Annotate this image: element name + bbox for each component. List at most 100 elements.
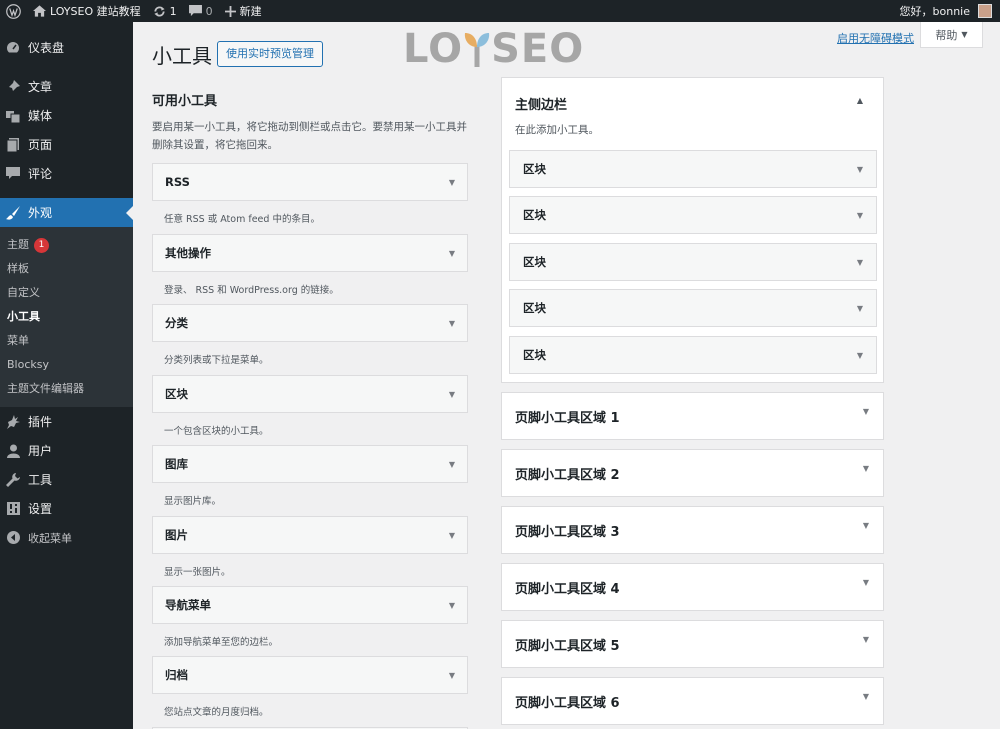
footer-widget-area-4[interactable]: 页脚小工具区域 4 ▼ bbox=[501, 563, 884, 611]
caret-down-icon[interactable]: ▼ bbox=[857, 351, 863, 360]
caret-down-icon[interactable]: ▼ bbox=[863, 578, 869, 587]
widget-archives[interactable]: 归档 ▼ bbox=[152, 656, 468, 694]
footer-area-title: 页脚小工具区域 5 bbox=[515, 638, 620, 654]
comments-link[interactable]: 0 bbox=[183, 0, 219, 22]
caret-down-icon[interactable]: ▼ bbox=[857, 165, 863, 174]
caret-down-icon[interactable]: ▼ bbox=[449, 601, 455, 610]
widget-description: 添加导航菜单至您的边栏。 bbox=[164, 637, 279, 648]
pin-icon bbox=[6, 79, 20, 94]
available-widgets-description: 要启用某一小工具，将它拖动到侧栏或点击它。要禁用某一小工具并删除其设置，将它拖回… bbox=[152, 121, 467, 151]
submenu-label-widgets: 小工具 bbox=[7, 310, 40, 323]
caret-down-icon[interactable]: ▼ bbox=[449, 178, 455, 187]
caret-down-icon[interactable]: ▼ bbox=[863, 464, 869, 473]
widget-description: 一个包含区块的小工具。 bbox=[164, 426, 269, 437]
menu-item-posts[interactable]: 文章 bbox=[0, 72, 133, 101]
accessibility-mode-link[interactable]: 启用无障碍模式 bbox=[837, 30, 914, 46]
widget-nav-menu[interactable]: 导航菜单 ▼ bbox=[152, 586, 468, 624]
new-label: 新建 bbox=[239, 5, 262, 18]
sidebar-block-widget[interactable]: 区块 ▼ bbox=[509, 336, 877, 374]
caret-down-icon[interactable]: ▼ bbox=[863, 692, 869, 701]
footer-area-title: 页脚小工具区域 1 bbox=[515, 410, 620, 426]
widget-block[interactable]: 区块 ▼ bbox=[152, 375, 468, 413]
submenu-label-patterns: 样板 bbox=[7, 262, 29, 275]
caret-down-icon[interactable]: ▼ bbox=[857, 258, 863, 267]
collapse-menu-button[interactable]: 收起菜单 bbox=[0, 523, 133, 552]
caret-down-icon[interactable]: ▼ bbox=[449, 319, 455, 328]
caret-down-icon[interactable]: ▼ bbox=[449, 390, 455, 399]
submenu-item-widgets[interactable]: 小工具 bbox=[0, 305, 133, 329]
submenu-label-theme-editor: 主题文件编辑器 bbox=[7, 382, 84, 395]
sidebar-block-widget[interactable]: 区块 ▼ bbox=[509, 196, 877, 234]
account-menu[interactable]: 您好，bonnie bbox=[894, 0, 1000, 22]
widget-rss[interactable]: RSS ▼ bbox=[152, 163, 468, 201]
menu-item-dashboard[interactable]: 仪表盘 bbox=[0, 33, 133, 62]
caret-down-icon[interactable]: ▼ bbox=[449, 249, 455, 258]
submenu-item-customize[interactable]: 自定义 bbox=[0, 281, 133, 305]
menu-label-users: 用户 bbox=[28, 444, 53, 458]
submenu-item-menus[interactable]: 菜单 bbox=[0, 329, 133, 353]
help-tab-button[interactable]: 帮助 ▼ bbox=[920, 22, 983, 48]
logo-text-right: SEO bbox=[491, 26, 585, 72]
widget-title: 区块 bbox=[523, 162, 546, 176]
caret-down-icon[interactable]: ▼ bbox=[863, 407, 869, 416]
menu-item-media[interactable]: 媒体 bbox=[0, 101, 133, 130]
widget-title: 图片 bbox=[165, 528, 188, 542]
menu-item-comments[interactable]: 评论 bbox=[0, 159, 133, 188]
updates-link[interactable]: 1 bbox=[147, 0, 183, 22]
plugin-icon bbox=[6, 414, 20, 429]
widget-meta[interactable]: 其他操作 ▼ bbox=[152, 234, 468, 272]
menu-label-appearance: 外观 bbox=[28, 206, 53, 220]
menu-label-collapse: 收起菜单 bbox=[28, 531, 72, 545]
footer-widget-area-2[interactable]: 页脚小工具区域 2 ▼ bbox=[501, 449, 884, 497]
menu-label-comments: 评论 bbox=[28, 167, 53, 181]
menu-item-pages[interactable]: 页面 bbox=[0, 130, 133, 159]
paintbrush-icon bbox=[6, 205, 20, 220]
new-content-link[interactable]: 新建 bbox=[219, 0, 268, 22]
widget-title: 区块 bbox=[165, 387, 188, 401]
caret-down-icon[interactable]: ▼ bbox=[449, 531, 455, 540]
comment-icon bbox=[188, 5, 202, 17]
live-preview-button[interactable]: 使用实时预览管理 bbox=[217, 41, 323, 67]
site-name-link[interactable]: LOYSEO 建站教程 bbox=[27, 0, 147, 22]
footer-widget-area-3[interactable]: 页脚小工具区域 3 ▼ bbox=[501, 506, 884, 554]
widget-categories[interactable]: 分类 ▼ bbox=[152, 304, 468, 342]
footer-widget-area-6[interactable]: 页脚小工具区域 6 ▼ bbox=[501, 677, 884, 725]
wordpress-logo-icon[interactable] bbox=[0, 0, 27, 22]
widget-title: 区块 bbox=[523, 208, 546, 222]
footer-widget-area-1[interactable]: 页脚小工具区域 1 ▼ bbox=[501, 392, 884, 440]
widget-description: 显示一张图片。 bbox=[164, 567, 231, 578]
submenu-label-menus: 菜单 bbox=[7, 334, 29, 347]
menu-item-tools[interactable]: 工具 bbox=[0, 465, 133, 494]
menu-label-settings: 设置 bbox=[28, 502, 53, 516]
site-name: LOYSEO 建站教程 bbox=[50, 5, 141, 18]
caret-down-icon[interactable]: ▼ bbox=[863, 635, 869, 644]
settings-icon bbox=[6, 502, 20, 516]
greeting: 您好，bonnie bbox=[899, 5, 970, 18]
submenu-item-theme-editor[interactable]: 主题文件编辑器 bbox=[0, 377, 133, 401]
sidebar-block-widget[interactable]: 区块 ▼ bbox=[509, 243, 877, 281]
caret-down-icon[interactable]: ▼ bbox=[857, 211, 863, 220]
caret-down-icon[interactable]: ▼ bbox=[863, 521, 869, 530]
menu-item-users[interactable]: 用户 bbox=[0, 436, 133, 465]
caret-down-icon[interactable]: ▼ bbox=[449, 671, 455, 680]
footer-area-title: 页脚小工具区域 6 bbox=[515, 695, 620, 711]
menu-item-settings[interactable]: 设置 bbox=[0, 494, 133, 523]
menu-label-media: 媒体 bbox=[28, 109, 53, 123]
appearance-submenu: 主题 1 样板 自定义 小工具 菜单 Blocksy 主题文件编辑器 bbox=[0, 227, 133, 407]
caret-up-icon[interactable]: ▲ bbox=[857, 96, 863, 105]
logo-text-left: LO bbox=[403, 26, 464, 72]
sidebar-block-widget[interactable]: 区块 ▼ bbox=[509, 150, 877, 188]
main-sidebar-area[interactable]: 主侧边栏 ▲ 在此添加小工具。 区块 ▼ 区块 ▼ 区块 ▼ 区块 ▼ 区块 ▼ bbox=[501, 77, 884, 383]
caret-down-icon[interactable]: ▼ bbox=[857, 304, 863, 313]
menu-item-appearance[interactable]: 外观 bbox=[0, 198, 133, 227]
menu-item-plugins[interactable]: 插件 bbox=[0, 407, 133, 436]
caret-down-icon[interactable]: ▼ bbox=[449, 460, 455, 469]
widget-gallery[interactable]: 图库 ▼ bbox=[152, 445, 468, 483]
widget-title: 图库 bbox=[165, 457, 188, 471]
submenu-item-blocksy[interactable]: Blocksy bbox=[0, 353, 133, 377]
footer-widget-area-5[interactable]: 页脚小工具区域 5 ▼ bbox=[501, 620, 884, 668]
widget-image[interactable]: 图片 ▼ bbox=[152, 516, 468, 554]
sidebar-block-widget[interactable]: 区块 ▼ bbox=[509, 289, 877, 327]
submenu-item-patterns[interactable]: 样板 bbox=[0, 257, 133, 281]
submenu-item-themes[interactable]: 主题 1 bbox=[0, 233, 133, 257]
